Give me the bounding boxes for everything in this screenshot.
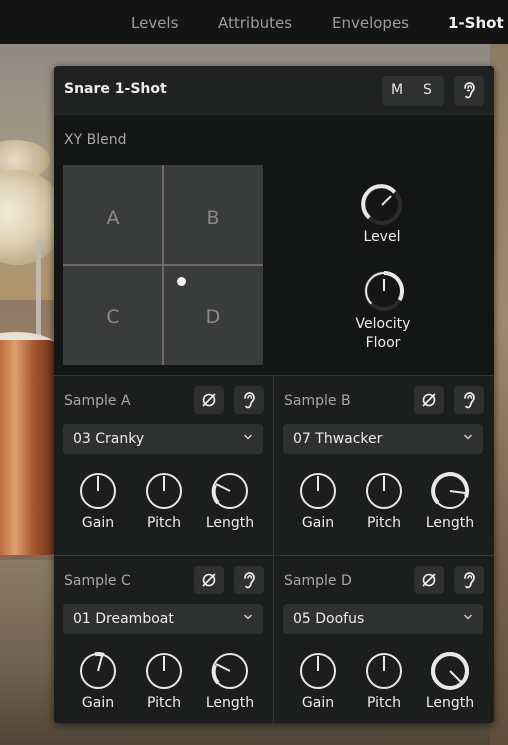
- phase-invert-icon: [422, 393, 436, 407]
- sample-d-label: Sample D: [284, 573, 352, 589]
- gain-knob[interactable]: [78, 471, 118, 515]
- quadrant-d-label: D: [205, 306, 221, 328]
- velocity-floor-label: Velocity Floor: [355, 316, 411, 351]
- ear-icon: [464, 572, 475, 589]
- sample-b-section: Sample B 07 Thwacker Gain Pitch Length: [274, 376, 493, 555]
- length-knob[interactable]: [210, 651, 250, 695]
- phase-invert-icon: [202, 393, 216, 407]
- listen-button[interactable]: [234, 566, 264, 594]
- length-label: Length: [425, 695, 475, 711]
- quadrant-b-label: B: [206, 207, 220, 229]
- phase-invert-icon: [202, 573, 216, 587]
- gain-label: Gain: [81, 515, 115, 531]
- sample-b-select[interactable]: 07 Thwacker: [283, 424, 483, 454]
- xy-blend-pad[interactable]: A B C D: [63, 165, 263, 365]
- gain-label: Gain: [81, 695, 115, 711]
- sample-b-selected: 07 Thwacker: [293, 431, 383, 447]
- one-shot-panel: Snare 1-Shot M S XY Blend A B C D Level …: [54, 66, 494, 723]
- ear-icon: [244, 572, 255, 589]
- length-knob[interactable]: [430, 471, 470, 515]
- phase-invert-icon: [422, 573, 436, 587]
- chevron-down-icon: [463, 434, 473, 440]
- pitch-knob[interactable]: [144, 471, 184, 515]
- tab-1-shot[interactable]: 1-Shot: [448, 14, 504, 32]
- sample-d-selected: 05 Doofus: [293, 611, 365, 627]
- sample-c-selected: 01 Dreamboat: [73, 611, 174, 627]
- quadrant-a-label: A: [106, 207, 120, 229]
- ear-icon: [244, 392, 255, 409]
- ear-icon: [464, 392, 475, 409]
- velocity-floor-knob[interactable]: [362, 269, 406, 317]
- phase-invert-button[interactable]: [414, 566, 444, 594]
- tab-attributes[interactable]: Attributes: [218, 14, 292, 32]
- gain-label: Gain: [301, 695, 335, 711]
- level-knob[interactable]: [360, 183, 404, 231]
- sample-a-label: Sample A: [64, 393, 131, 409]
- pitch-label: Pitch: [146, 695, 182, 711]
- chevron-down-icon: [463, 614, 473, 620]
- phase-invert-button[interactable]: [194, 386, 224, 414]
- level-label: Level: [363, 229, 401, 245]
- pitch-label: Pitch: [366, 515, 402, 531]
- mute-solo-group: M S: [382, 76, 444, 106]
- chevron-down-icon: [243, 434, 253, 440]
- phase-invert-button[interactable]: [414, 386, 444, 414]
- gain-label: Gain: [301, 515, 335, 531]
- sample-c-label: Sample C: [64, 573, 131, 589]
- phase-invert-button[interactable]: [194, 566, 224, 594]
- length-label: Length: [205, 695, 255, 711]
- sample-a-select[interactable]: 03 Cranky: [63, 424, 263, 454]
- sample-c-select[interactable]: 01 Dreamboat: [63, 604, 263, 634]
- length-label: Length: [205, 515, 255, 531]
- sample-a-section: Sample A 03 Cranky Gain Pitch Length: [54, 376, 273, 555]
- xy-blend-section: XY Blend A B C D Level Velocity Floor: [54, 115, 494, 375]
- xy-position-handle[interactable]: [177, 277, 186, 286]
- listen-button[interactable]: [454, 566, 484, 594]
- length-knob[interactable]: [210, 471, 250, 515]
- gain-knob[interactable]: [298, 471, 338, 515]
- gain-knob[interactable]: [298, 651, 338, 695]
- listen-button[interactable]: [454, 76, 484, 106]
- sample-d-section: Sample D 05 Doofus Gain Pitch Length: [274, 556, 493, 723]
- length-knob[interactable]: [430, 651, 470, 695]
- panel-title: Snare 1-Shot: [64, 81, 167, 97]
- pitch-knob[interactable]: [364, 471, 404, 515]
- sample-a-selected: 03 Cranky: [73, 431, 145, 447]
- mute-button[interactable]: M: [391, 82, 403, 98]
- xy-blend-label: XY Blend: [64, 132, 127, 148]
- sample-d-select[interactable]: 05 Doofus: [283, 604, 483, 634]
- solo-button[interactable]: S: [423, 82, 432, 98]
- top-nav: Levels Attributes Envelopes 1-Shot: [0, 0, 508, 44]
- chevron-down-icon: [243, 614, 253, 620]
- listen-button[interactable]: [454, 386, 484, 414]
- sample-b-label: Sample B: [284, 393, 351, 409]
- pitch-label: Pitch: [146, 515, 182, 531]
- ear-icon: [464, 82, 475, 99]
- tab-levels[interactable]: Levels: [131, 14, 178, 32]
- length-label: Length: [425, 515, 475, 531]
- pitch-knob[interactable]: [364, 651, 404, 695]
- pitch-knob[interactable]: [144, 651, 184, 695]
- gain-knob[interactable]: [78, 651, 118, 695]
- sample-c-section: Sample C 01 Dreamboat Gain Pitch Length: [54, 556, 273, 723]
- tab-envelopes[interactable]: Envelopes: [332, 14, 409, 32]
- panel-header: Snare 1-Shot M S: [54, 66, 494, 115]
- pitch-label: Pitch: [366, 695, 402, 711]
- listen-button[interactable]: [234, 386, 264, 414]
- quadrant-c-label: C: [106, 306, 120, 328]
